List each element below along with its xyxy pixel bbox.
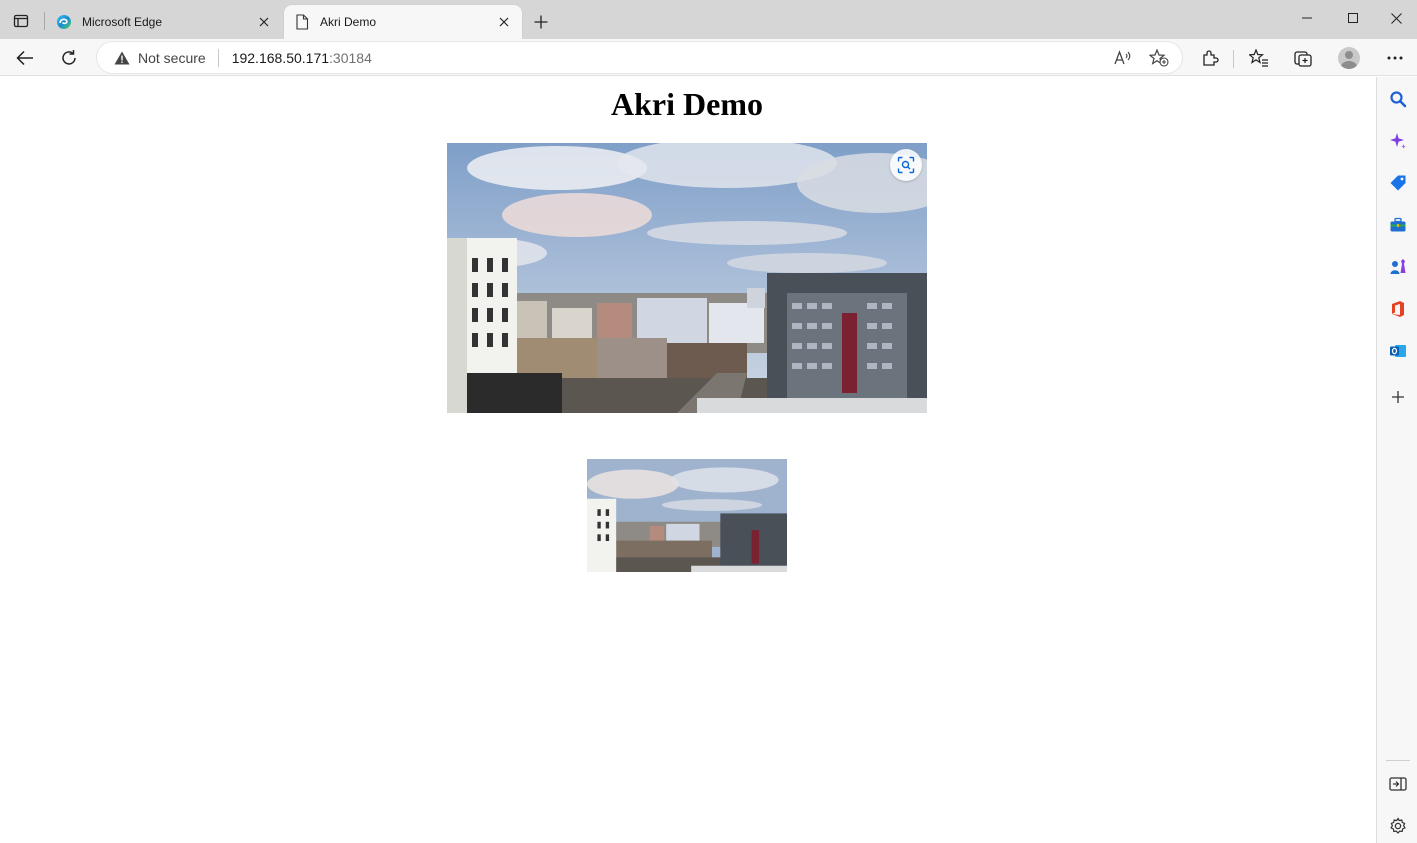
sidebar-search-button[interactable]	[1386, 87, 1410, 111]
maximize-icon	[1348, 13, 1358, 23]
toolbar-separator	[1233, 50, 1234, 68]
warning-icon[interactable]	[114, 50, 130, 66]
hide-sidebar-button[interactable]	[1386, 772, 1410, 796]
settings-icon	[1390, 817, 1406, 834]
close-icon	[259, 17, 269, 27]
copilot-icon	[1390, 133, 1406, 149]
tab-actions-icon	[13, 14, 29, 28]
collections-icon	[1294, 51, 1312, 67]
back-arrow-icon	[16, 50, 33, 66]
city-camera-image	[447, 143, 927, 413]
close-icon	[499, 17, 509, 27]
address-divider	[217, 48, 219, 67]
city-camera-thumbnail-image	[587, 459, 787, 572]
refresh-button[interactable]	[54, 43, 84, 73]
new-tab-button[interactable]	[528, 9, 554, 35]
visual-search-icon	[897, 156, 915, 174]
tab-title: Microsoft Edge	[82, 15, 163, 29]
page-icon	[294, 14, 310, 30]
tab-title: Akri Demo	[320, 15, 377, 29]
more-icon	[1387, 56, 1403, 60]
edge-sidebar	[1376, 77, 1417, 843]
sidebar-shopping-button[interactable]	[1386, 171, 1410, 195]
sidebar-copilot-button[interactable]	[1386, 129, 1410, 153]
sidebar-settings-button[interactable]	[1386, 814, 1410, 838]
minimize-button[interactable]	[1284, 0, 1330, 36]
navigation-toolbar: Not secure 192.168.50.171:30184	[0, 39, 1417, 76]
tab-microsoft-edge[interactable]: Microsoft Edge	[46, 5, 282, 39]
favorites-icon	[1249, 49, 1268, 67]
minimize-icon	[1302, 17, 1312, 19]
address-bar[interactable]: Not secure 192.168.50.171:30184	[97, 42, 1182, 73]
edge-logo-icon	[56, 14, 72, 30]
games-icon	[1390, 259, 1406, 274]
add-icon	[1392, 391, 1404, 403]
outlook-icon	[1390, 345, 1406, 357]
read-aloud-icon	[1114, 49, 1131, 64]
url-host[interactable]: 192.168.50.171	[232, 50, 329, 66]
security-label[interactable]: Not secure	[138, 50, 206, 66]
tab-akri-demo[interactable]: Akri Demo	[284, 5, 522, 39]
sidebar-divider	[1386, 760, 1410, 761]
sidebar-tools-button[interactable]	[1386, 213, 1410, 237]
close-window-button[interactable]	[1376, 0, 1417, 36]
back-button[interactable]	[10, 43, 40, 73]
tab-actions-button[interactable]	[8, 8, 34, 34]
url-port[interactable]: :30184	[329, 50, 372, 66]
visual-search-button[interactable]	[890, 149, 922, 181]
close-tab-button[interactable]	[494, 12, 514, 32]
plus-icon	[534, 15, 548, 29]
hide-sidebar-icon	[1389, 777, 1407, 791]
close-tab-button[interactable]	[254, 12, 274, 32]
page-viewport: Akri Demo	[0, 77, 1376, 843]
sidebar-add-button[interactable]	[1386, 385, 1410, 409]
sidebar-office-button[interactable]	[1386, 297, 1410, 321]
puzzle-icon	[1203, 50, 1219, 66]
sidebar-games-button[interactable]	[1386, 255, 1410, 279]
favorites-button[interactable]	[1244, 43, 1274, 73]
collections-button[interactable]	[1288, 43, 1318, 73]
page-title: Akri Demo	[611, 86, 763, 122]
close-icon	[1391, 12, 1402, 24]
star-add-icon	[1149, 48, 1169, 67]
read-aloud-button[interactable]	[1108, 42, 1138, 73]
settings-and-more-button[interactable]	[1380, 43, 1410, 73]
camera-feed-main[interactable]	[447, 143, 927, 413]
search-icon	[1390, 91, 1407, 108]
extensions-button[interactable]	[1195, 43, 1225, 73]
sidebar-outlook-button[interactable]	[1386, 339, 1410, 363]
shopping-tag-icon	[1390, 175, 1406, 191]
refresh-icon	[62, 50, 76, 65]
maximize-button[interactable]	[1330, 0, 1376, 36]
tools-icon	[1390, 217, 1406, 232]
add-favorite-button[interactable]	[1144, 42, 1174, 73]
tab-strip: Microsoft Edge Akri Demo	[0, 0, 1417, 39]
camera-feed-thumbnail[interactable]	[587, 459, 787, 572]
avatar	[1338, 47, 1360, 69]
tab-separator	[44, 12, 45, 30]
office-icon	[1392, 301, 1404, 317]
profile-button[interactable]	[1334, 43, 1364, 73]
